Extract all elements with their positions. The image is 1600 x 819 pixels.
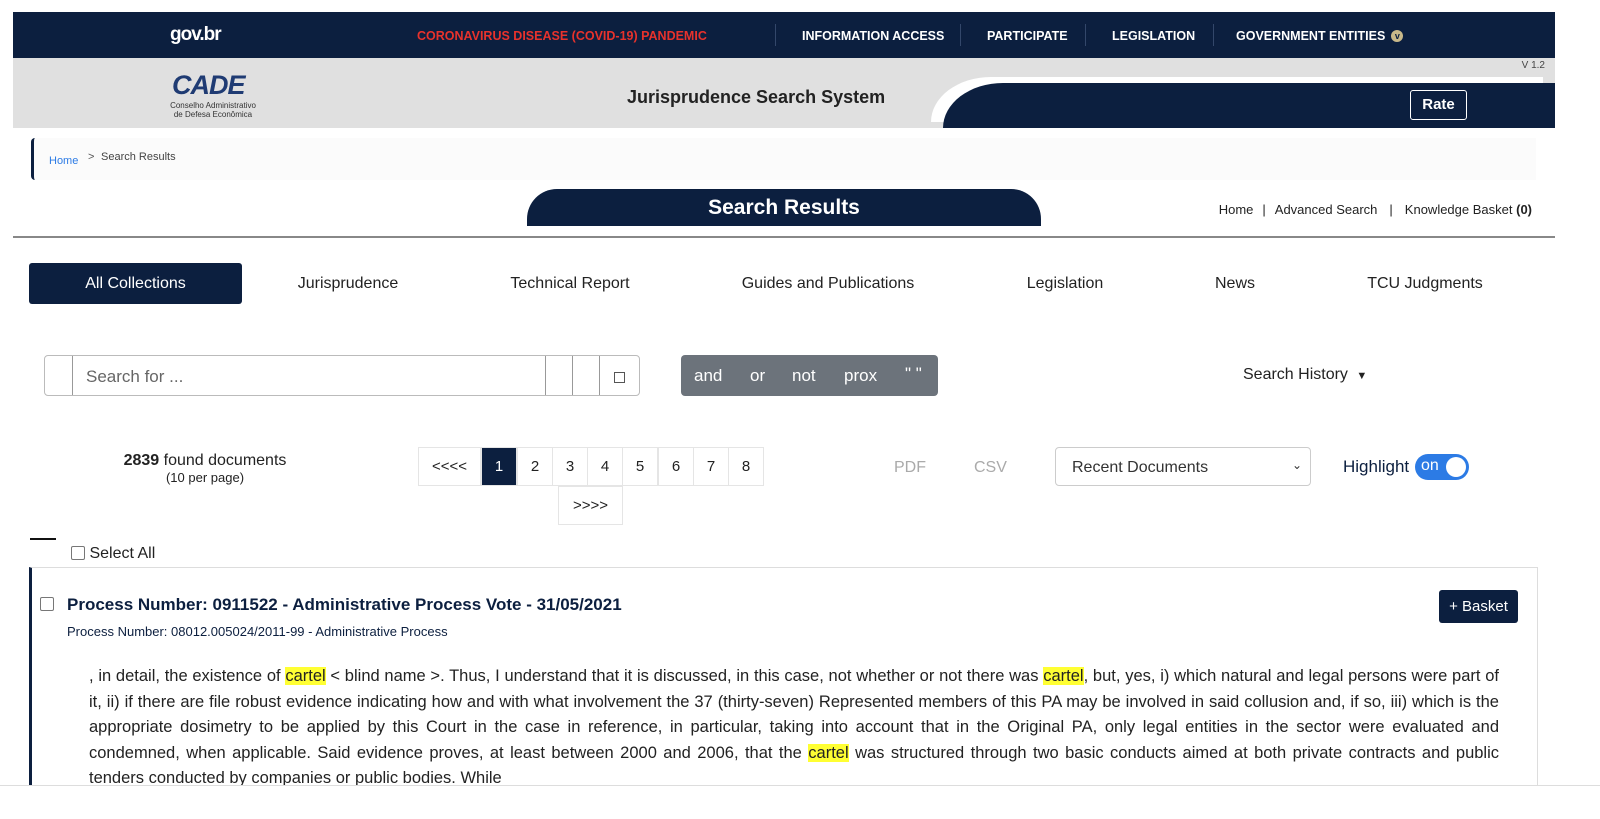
sort-selected: Recent Documents: [1072, 459, 1209, 476]
highlight-label: Highlight: [1343, 457, 1410, 476]
nav-participate[interactable]: PARTICIPATE: [987, 29, 1068, 43]
op-or[interactable]: or: [750, 366, 765, 386]
quick-links: Home | Advanced Search | Knowledge Basket (0…: [1218, 202, 1532, 217]
highlight-term: cartel: [1043, 667, 1084, 685]
toggle-knob: [1446, 457, 1466, 477]
sort-select[interactable]: Recent Documents ⌄: [1055, 447, 1311, 486]
divider: [775, 24, 776, 46]
search-history-label: Search History: [1243, 366, 1348, 383]
excerpt-text: < blind name >. Thus, I understand that …: [325, 667, 1044, 685]
link-advanced-search[interactable]: Advanced Search: [1275, 202, 1378, 217]
result-checkbox[interactable]: [40, 597, 54, 611]
tab-tcu-judgments[interactable]: TCU Judgments: [1350, 263, 1500, 304]
excerpt-text: , in detail, the existence of: [89, 667, 286, 685]
search-option-button[interactable]: [545, 356, 572, 395]
highlight-term: cartel: [808, 743, 849, 762]
page-prev[interactable]: <<<<: [418, 447, 481, 486]
version-label: V 1.2: [1521, 60, 1545, 71]
tab-guides-publications[interactable]: Guides and Publications: [718, 263, 938, 304]
found-label: found documents: [163, 452, 287, 469]
per-page-label: (10 per page): [165, 470, 245, 485]
chevron-down-icon: ⌄: [1291, 458, 1302, 472]
page-3[interactable]: 3: [552, 447, 588, 486]
op-not[interactable]: not: [792, 366, 816, 386]
nav-label: GOVERNMENT ENTITIES: [1236, 29, 1386, 43]
tab-technical-report[interactable]: Technical Report: [480, 263, 660, 304]
op-and[interactable]: and: [694, 366, 722, 386]
breadcrumb-home[interactable]: Home: [49, 155, 78, 167]
result-title[interactable]: Process Number: 0911522 - Administrative…: [67, 595, 622, 615]
nav-legislation[interactable]: LEGISLATION: [1112, 29, 1195, 43]
logo-subtitle: de Defesa Econômica: [173, 110, 253, 119]
logo-subtitle: Conselho Administrativo: [170, 101, 256, 110]
toggle-state: on: [1421, 457, 1439, 474]
page-5[interactable]: 5: [622, 447, 658, 486]
page-7[interactable]: 7: [693, 447, 729, 486]
page-4[interactable]: 4: [587, 447, 623, 486]
divider: [960, 24, 961, 46]
select-all[interactable]: Select All: [71, 545, 155, 563]
square-icon: [614, 372, 625, 383]
page-title: Search Results: [527, 189, 1041, 226]
op-quotes[interactable]: " ": [905, 364, 922, 384]
select-all-label: Select All: [89, 545, 156, 562]
result-subtitle: Process Number: 08012.005024/2011-99 - A…: [67, 624, 448, 639]
page-next[interactable]: >>>>: [558, 486, 623, 525]
divider: [1213, 24, 1214, 46]
search-option-button[interactable]: [572, 356, 599, 395]
tab-jurisprudence[interactable]: Jurisprudence: [268, 263, 428, 304]
page-8[interactable]: 8: [728, 447, 764, 486]
found-count: 2839 found documents (10 per page): [100, 452, 310, 485]
result-card: Process Number: 0911522 - Administrative…: [29, 567, 1538, 807]
search-clear-button[interactable]: [599, 356, 640, 395]
tab-news[interactable]: News: [1195, 263, 1275, 304]
gov-topbar: gov.br CORONAVIRUS DISEASE (COVID-19) PA…: [13, 12, 1555, 58]
page-2[interactable]: 2: [517, 447, 553, 486]
cade-logo[interactable]: CADE Conselho Administrativo de Defesa E…: [158, 70, 268, 119]
system-title: Jurisprudence Search System: [627, 87, 886, 107]
breadcrumb-separator: >: [88, 151, 95, 163]
add-to-basket-button[interactable]: + Basket: [1439, 590, 1518, 623]
basket-label: Knowledge Basket: [1404, 202, 1513, 217]
chevron-down-icon: v: [1391, 30, 1404, 42]
caret-down-icon: ▼: [1356, 370, 1368, 382]
nav-government-entities[interactable]: GOVERNMENT ENTITIES v: [1236, 29, 1404, 43]
export-csv[interactable]: CSV: [974, 459, 1007, 477]
rate-button[interactable]: Rate: [1410, 90, 1467, 120]
govbr-logo[interactable]: gov.br: [170, 24, 222, 46]
highlight-term: cartel: [285, 667, 326, 685]
search-input[interactable]: Search for ...: [72, 356, 546, 395]
divider: [1085, 24, 1086, 46]
tab-all-collections[interactable]: All Collections: [29, 263, 242, 304]
breadcrumb: Home > Search Results: [31, 138, 1536, 180]
nav-information-access[interactable]: INFORMATION ACCESS: [802, 29, 944, 43]
divider: [30, 538, 56, 540]
page-1[interactable]: 1: [481, 447, 517, 486]
found-number: 2839: [123, 452, 160, 469]
nav-covid[interactable]: CORONAVIRUS DISEASE (COVID-19) PANDEMIC: [417, 29, 707, 43]
link-knowledge-basket[interactable]: Knowledge Basket (0): [1405, 202, 1532, 217]
highlight-toggle[interactable]: on: [1415, 454, 1469, 480]
logo-text: CADE: [172, 70, 246, 100]
export-pdf[interactable]: PDF: [894, 459, 926, 477]
divider: [13, 236, 1555, 238]
window-bottom-edge: [0, 785, 1600, 819]
op-prox[interactable]: prox: [844, 366, 877, 386]
operator-group: and or not prox " ": [681, 355, 938, 396]
page-6[interactable]: 6: [658, 447, 694, 486]
tab-legislation[interactable]: Legislation: [1005, 263, 1125, 304]
link-home[interactable]: Home: [1219, 202, 1254, 217]
result-excerpt: , in detail, the existence of cartel < b…: [89, 664, 1499, 792]
search-history-dropdown[interactable]: Search History ▼: [1243, 366, 1367, 384]
site-header: CADE Conselho Administrativo de Defesa E…: [13, 58, 1555, 128]
breadcrumb-current: Search Results: [101, 151, 176, 163]
search-bar: Search for ...: [44, 355, 640, 396]
select-all-checkbox[interactable]: [71, 546, 85, 560]
basket-count: (0): [1516, 202, 1532, 217]
